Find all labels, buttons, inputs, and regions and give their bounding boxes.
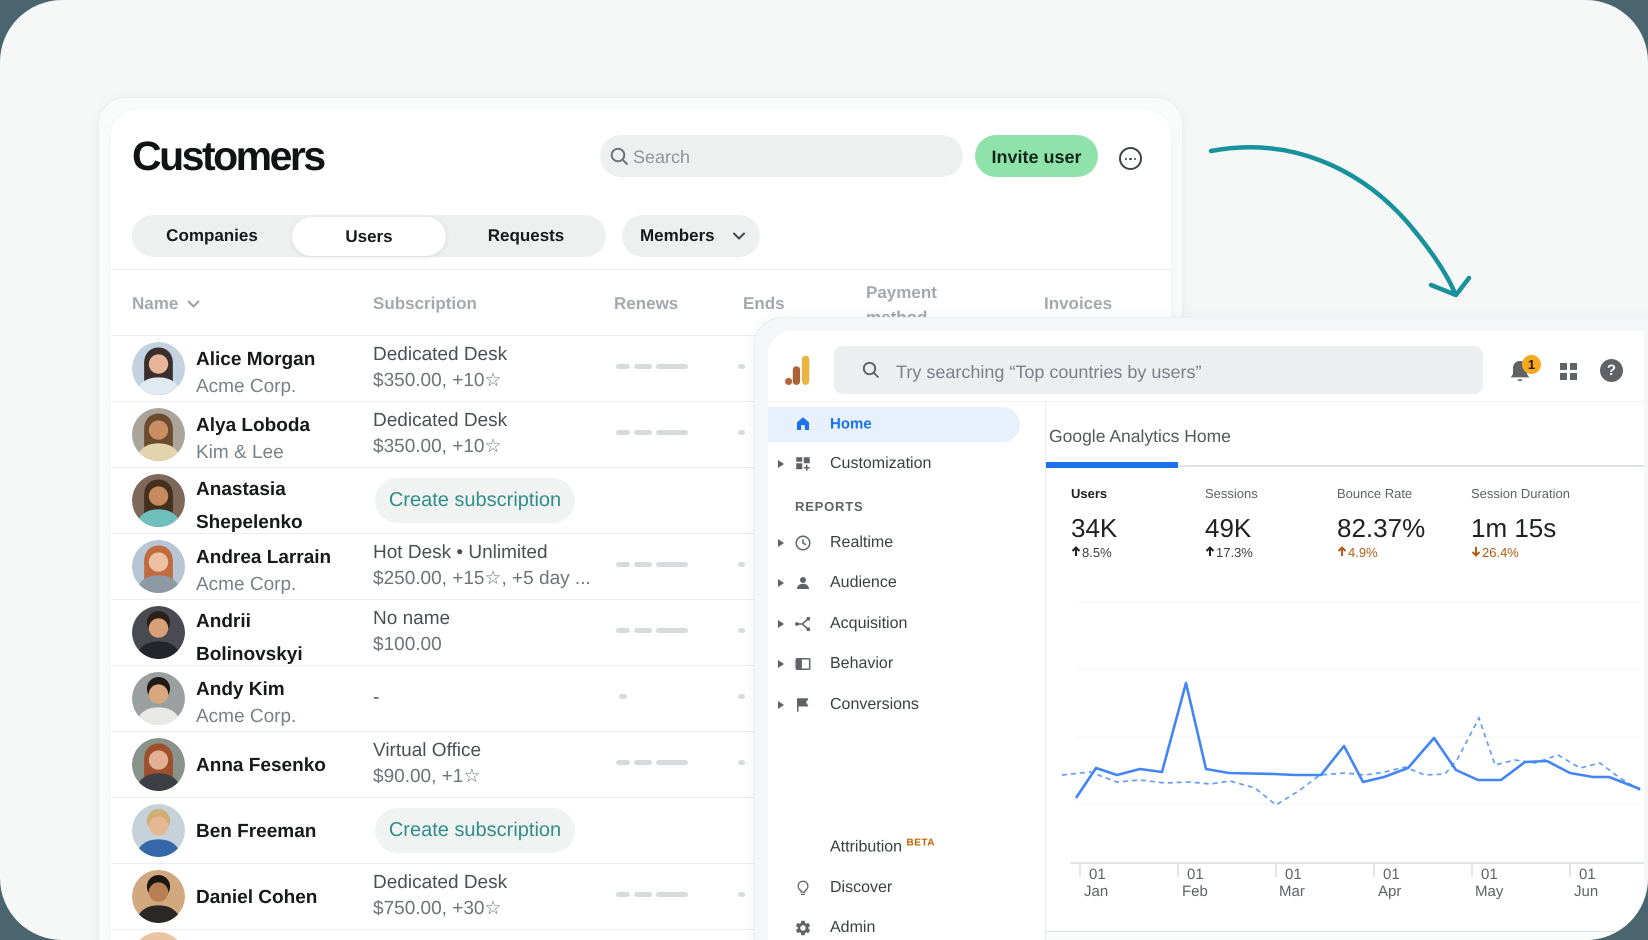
svg-text:Jan: Jan xyxy=(1084,883,1108,900)
svg-text:May: May xyxy=(1475,883,1504,900)
svg-text:Jun: Jun xyxy=(1574,883,1598,900)
svg-text:01: 01 xyxy=(1285,866,1302,883)
svg-text:Mar: Mar xyxy=(1279,883,1305,900)
svg-text:01: 01 xyxy=(1383,866,1400,883)
svg-text:01: 01 xyxy=(1579,866,1596,883)
svg-text:01: 01 xyxy=(1481,866,1498,883)
svg-text:01: 01 xyxy=(1187,866,1204,883)
svg-text:01: 01 xyxy=(1089,866,1106,883)
svg-text:Apr: Apr xyxy=(1378,883,1401,900)
svg-text:Feb: Feb xyxy=(1182,883,1208,900)
